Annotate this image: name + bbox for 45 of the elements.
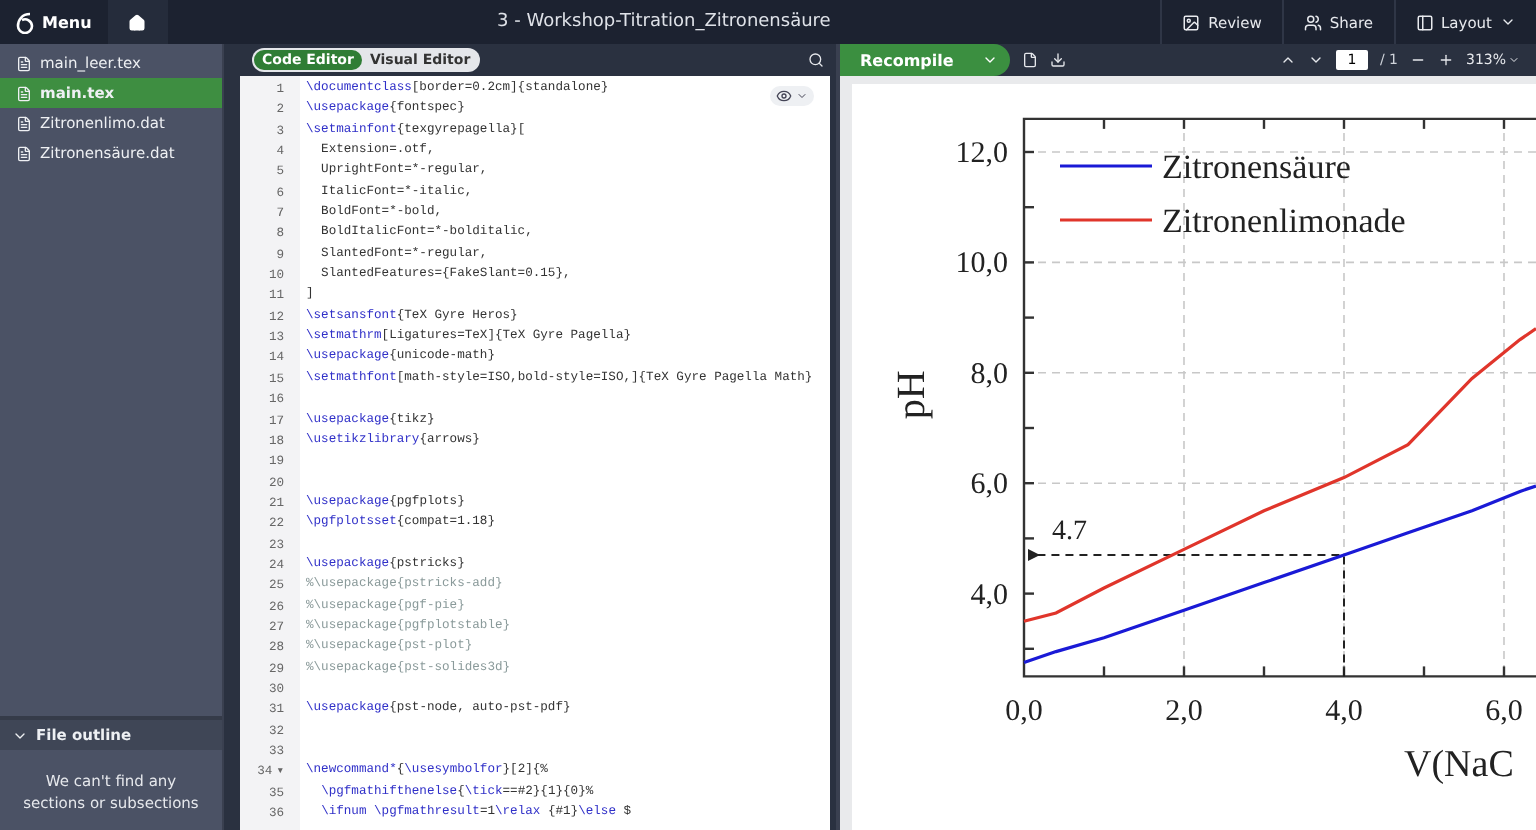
recompile-button[interactable]: Recompile	[840, 44, 1010, 76]
layout-icon	[1415, 13, 1433, 31]
previous-page-button[interactable]	[1279, 52, 1296, 68]
y-tick-label: 10,0	[955, 248, 1008, 281]
chevron-down-icon	[1500, 14, 1516, 30]
file-icon	[16, 55, 32, 71]
file-icon	[16, 145, 32, 161]
y-tick-label: 6,0	[970, 469, 1008, 502]
home-icon	[128, 13, 147, 31]
document-button[interactable]	[1021, 52, 1038, 68]
annotation-label: 4.7	[1052, 516, 1087, 547]
chevron-down-icon	[981, 52, 998, 68]
x-tick-label: 0,0	[1005, 696, 1043, 729]
search-button[interactable]	[808, 52, 824, 68]
y-tick-label: 8,0	[970, 358, 1008, 391]
chevron-down-icon	[796, 90, 808, 102]
file-icon	[16, 115, 32, 131]
document-icon	[1021, 52, 1038, 68]
caret-icon	[1508, 54, 1520, 66]
chevron-down-icon	[1307, 52, 1324, 68]
x-tick-label: 6,0	[1485, 696, 1523, 729]
file-icon	[16, 85, 32, 101]
visibility-menu-button[interactable]	[770, 86, 814, 106]
menu-button[interactable]: Menu	[0, 0, 108, 44]
y-tick-label: 12,0	[955, 138, 1008, 170]
x-tick-label: 4,0	[1325, 696, 1363, 729]
legend-label: Zitronensäure	[1162, 148, 1351, 186]
zoom-in-button[interactable]	[1437, 52, 1454, 68]
project-title: 3 - Workshop-Titration_Zitronensäure	[495, 12, 833, 32]
share-icon	[1303, 13, 1322, 31]
legend-label: Zitronenlimonade	[1162, 202, 1406, 240]
search-icon	[808, 52, 824, 68]
leaf-logo-icon	[16, 11, 34, 33]
y-tick-label: 4,0	[970, 579, 1008, 612]
review-icon	[1182, 13, 1201, 31]
download-icon	[1049, 52, 1066, 68]
eye-icon	[776, 88, 792, 104]
plus-icon	[1437, 52, 1454, 68]
next-page-button[interactable]	[1307, 52, 1324, 68]
home-button[interactable]	[107, 0, 168, 44]
download-button[interactable]	[1049, 52, 1066, 68]
y-axis-label: pH	[890, 370, 934, 420]
x-axis-label: V(NaC	[1404, 744, 1514, 787]
chevron-up-icon	[1279, 52, 1296, 68]
x-tick-label: 2,0	[1165, 696, 1203, 729]
